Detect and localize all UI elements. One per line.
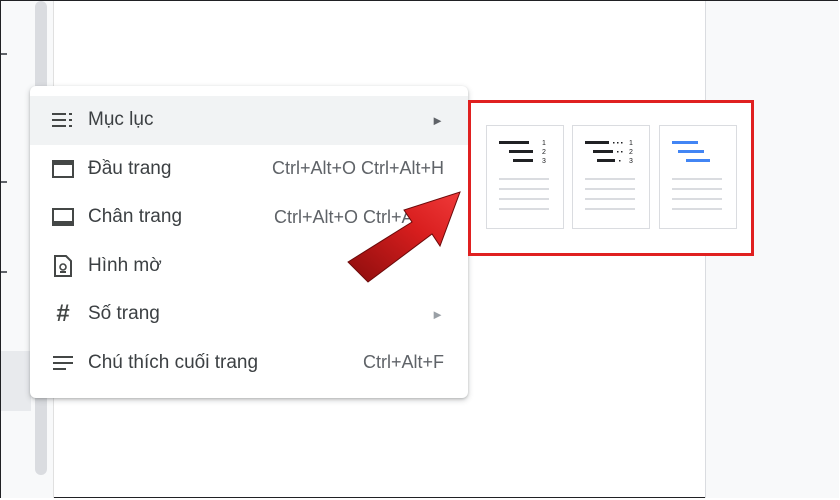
menu-item-shortcut: Ctrl+Alt+F <box>362 352 444 373</box>
ruler-tick <box>1 181 7 183</box>
toc-dotted-icon: 1 2 3 <box>585 140 635 210</box>
menu-item-footnote[interactable]: Chú thích cuối trang Ctrl+Alt+F <box>30 339 468 388</box>
toc-option-plain-text[interactable]: 1 2 3 <box>486 125 564 229</box>
list-icon <box>50 107 76 133</box>
header-icon <box>50 156 76 182</box>
toc-option-dotted[interactable]: 1 2 3 <box>572 125 650 229</box>
menu-item-label: Mục lục <box>88 109 154 131</box>
toc-number: 3 <box>542 158 546 165</box>
pointer-arrow-icon <box>347 191 461 283</box>
hash-icon: # <box>56 300 70 328</box>
ruler-tick <box>1 53 7 55</box>
submenu-arrow-icon: ► <box>431 112 444 128</box>
menu-item-label: Đầu trang <box>88 157 172 179</box>
toc-number: 2 <box>542 149 546 156</box>
watermark-icon <box>50 253 76 279</box>
menu-item-label: Chân trang <box>88 206 183 228</box>
ruler-tick <box>1 271 7 273</box>
sidebar-selected-row <box>1 351 31 411</box>
submenu-arrow-icon: ► <box>431 306 444 322</box>
toc-options-highlight: 1 2 3 1 2 3 <box>468 100 754 256</box>
menu-item-table-of-contents[interactable]: Mục lục ► <box>30 96 468 145</box>
toc-number: 1 <box>629 140 633 147</box>
menu-item-label: Chú thích cuối trang <box>88 351 259 373</box>
menu-item-page-numbers[interactable]: # Số trang ► <box>30 290 468 339</box>
footer-icon <box>50 204 76 230</box>
menu-item-label: Số trang <box>88 303 160 325</box>
toc-blue-links-icon <box>672 141 722 210</box>
toc-option-blue-links[interactable] <box>659 125 737 229</box>
toc-number: 3 <box>629 158 633 165</box>
footnote-icon <box>50 350 76 376</box>
menu-item-header[interactable]: Đầu trang Ctrl+Alt+O Ctrl+Alt+H <box>30 145 468 194</box>
toc-plain-text-icon: 1 2 3 <box>499 140 549 210</box>
toc-number: 1 <box>542 140 546 147</box>
toc-number: 2 <box>629 149 633 156</box>
menu-item-shortcut: Ctrl+Alt+O Ctrl+Alt+H <box>271 158 444 179</box>
